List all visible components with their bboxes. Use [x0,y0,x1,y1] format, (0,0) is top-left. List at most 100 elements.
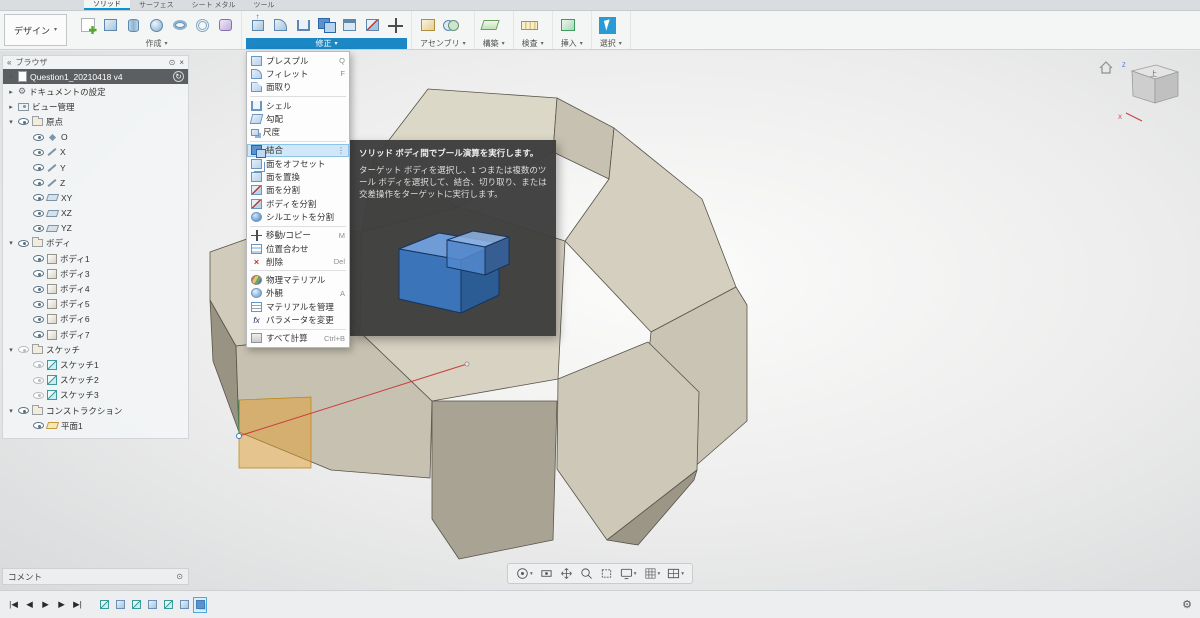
menu-item-manage-materials[interactable]: マテリアルを管理 [247,300,349,313]
menu-item-shell[interactable]: シェル [247,99,349,112]
create-torus-icon[interactable] [168,12,191,38]
shell-icon[interactable] [292,12,315,38]
tree-item-sketch2[interactable]: スケッチ2 [3,373,188,388]
timeline-marker-extrude-icon[interactable] [113,597,127,613]
timeline-marker-sketch-icon[interactable] [97,597,111,613]
tree-item-sketch3[interactable]: スケッチ3 [3,388,188,403]
new-component-icon[interactable] [416,12,439,38]
visibility-eye-icon[interactable] [33,422,44,430]
tree-item-x-axis[interactable]: X [3,145,188,160]
move-copy-icon[interactable] [384,12,407,38]
timeline-marker-sketch-icon[interactable] [161,597,175,613]
visibility-eye-icon[interactable] [33,391,44,399]
expander-icon[interactable]: ▾ [7,346,15,354]
tree-item-named-views[interactable]: ▸ ビュー管理 [3,99,188,114]
visibility-eye-icon[interactable] [33,361,44,369]
create-form-icon[interactable] [214,12,237,38]
tree-item-sketches-folder[interactable]: ▾ スケッチ [3,342,188,357]
fillet-icon[interactable] [269,12,292,38]
expander-icon[interactable]: ▾ [7,73,15,81]
timeline-settings-gear-icon[interactable]: ⚙ [1182,598,1192,611]
visibility-eye-icon[interactable] [33,331,44,339]
tab-tools[interactable]: ツール [245,0,284,10]
expander-icon[interactable]: ▸ [7,88,15,96]
visibility-eye-icon[interactable] [33,285,44,293]
timeline-marker-combine-icon[interactable] [193,596,207,613]
timeline-marker-extrude-icon[interactable] [145,597,159,613]
sync-status-icon[interactable]: ↻ [173,71,184,82]
measure-icon[interactable] [518,12,541,38]
visibility-eye-icon[interactable] [33,255,44,263]
viewports-button[interactable]: ▾ [664,566,687,581]
tree-item-bodies-folder[interactable]: ▾ ボディ [3,236,188,251]
dock-panel-icon[interactable]: ⊙ [169,58,176,67]
expander-icon[interactable]: ▾ [7,239,15,247]
press-pull-icon[interactable] [246,12,269,38]
collapse-panel-icon[interactable]: « [7,58,11,67]
menu-item-fillet[interactable]: フィレット F [247,67,349,80]
menu-item-press-pull[interactable]: プレスプル Q [247,54,349,67]
expander-icon[interactable]: ▾ [7,118,15,126]
create-coil-icon[interactable] [191,12,214,38]
modify-group-label[interactable]: 修正 ▾ [246,38,408,49]
tree-item-body6[interactable]: ボディ6 [3,312,188,327]
visibility-eye-icon[interactable] [33,164,44,172]
visibility-eye-icon[interactable] [33,194,44,202]
tree-item-body1[interactable]: ボディ1 [3,251,188,266]
display-settings-button[interactable]: ▾ [617,566,640,581]
orbit-button[interactable]: ▾ [513,566,536,581]
tree-item-construction-folder[interactable]: ▾ コンストラクション [3,403,188,418]
home-icon[interactable] [1099,61,1113,74]
look-at-button[interactable] [537,566,556,581]
tree-item-yz-plane[interactable]: YZ [3,221,188,236]
visibility-eye-icon[interactable] [18,239,29,247]
menu-item-physical-material[interactable]: 物理マテリアル [247,273,349,286]
menu-item-draft[interactable]: 勾配 [247,112,349,125]
timeline-marker-sketch-icon[interactable] [129,597,143,613]
menu-item-scale[interactable]: 尺度 [247,125,349,138]
select-icon[interactable] [596,12,619,38]
tree-item-body5[interactable]: ボディ5 [3,297,188,312]
tree-item-document-settings[interactable]: ▸ ⚙ ドキュメントの設定 [3,84,188,99]
visibility-eye-icon[interactable] [33,179,44,187]
design-workspace-selector[interactable]: デザイン ▾ [4,14,68,46]
menu-item-compute-all[interactable]: すべて計算 Ctrl+B [247,332,349,345]
visibility-eye-icon[interactable] [18,407,29,415]
create-sphere-icon[interactable] [145,12,168,38]
menu-item-chamfer[interactable]: 面取り [247,81,349,94]
grid-settings-button[interactable]: ▾ [641,566,664,581]
expander-icon[interactable]: ▾ [7,407,15,415]
visibility-eye-icon[interactable] [33,376,44,384]
more-options-icon[interactable]: ⋮ [337,146,345,155]
create-group-label[interactable]: 作成 ▾ [76,38,237,49]
dock-panel-icon[interactable]: ⊙ [176,572,183,581]
tab-surface[interactable]: サーフェス [130,0,183,10]
tree-item-z-axis[interactable]: Z [3,175,188,190]
comment-panel[interactable]: コメント ⊙ [2,568,189,585]
menu-item-align[interactable]: 位置合わせ [247,242,349,255]
fit-button[interactable] [597,566,616,581]
origin-point[interactable] [236,433,242,439]
go-to-end-button[interactable]: ▶| [72,599,83,610]
view-cube[interactable]: 上 Z X [1094,55,1194,140]
step-forward-button[interactable]: ▶ [56,599,67,610]
visibility-eye-icon[interactable] [18,118,29,126]
construct-group-label[interactable]: 構築 ▾ [479,38,509,49]
center-point[interactable] [464,361,470,367]
visibility-eye-icon[interactable] [33,315,44,323]
tree-item-y-axis[interactable]: Y [3,160,188,175]
visibility-eye-icon[interactable] [33,148,44,156]
menu-item-silhouette-split[interactable]: シルエットを分割 [247,210,349,223]
browser-root-item[interactable]: ▾ Question1_20210418 v4 ↻ [3,69,188,84]
visibility-eye-icon[interactable] [18,346,29,354]
tree-item-xz-plane[interactable]: XZ [3,206,188,221]
assemble-group-label[interactable]: アセンブリ ▾ [416,38,470,49]
pan-button[interactable] [557,566,576,581]
play-button[interactable]: ▶ [40,599,51,610]
visibility-eye-icon[interactable] [33,209,44,217]
zoom-button[interactable] [577,566,596,581]
visibility-eye-icon[interactable] [33,270,44,278]
replace-face-icon[interactable] [338,12,361,38]
joint-icon[interactable] [439,12,462,38]
select-group-label[interactable]: 選択 ▾ [596,38,626,49]
